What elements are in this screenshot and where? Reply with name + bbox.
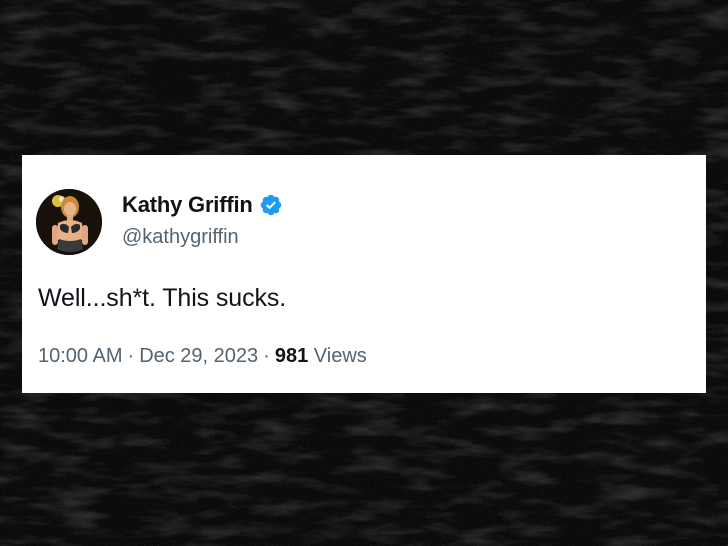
name-row: Kathy Griffin [122, 192, 283, 218]
handle[interactable]: @kathygriffin [122, 226, 239, 249]
meta-separator: · [263, 345, 270, 367]
views-label: Views [313, 345, 367, 367]
tweet-text: Well...sh*t. This sucks. [38, 284, 287, 312]
tweet-meta: 10:00 AM · Dec 29, 2023 · 981 Views [38, 345, 367, 368]
views-count: 981 [274, 345, 309, 367]
meta-separator: · [127, 345, 135, 367]
avatar[interactable] [36, 189, 102, 255]
display-name[interactable]: Kathy Griffin [122, 192, 253, 218]
tweet-time[interactable]: 10:00 AM [38, 345, 123, 367]
tweet-card: Kathy Griffin @kathygriffin Well...sh*t.… [22, 155, 706, 393]
tweet-date[interactable]: Dec 29, 2023 [139, 345, 258, 367]
verified-badge-icon [260, 194, 281, 216]
